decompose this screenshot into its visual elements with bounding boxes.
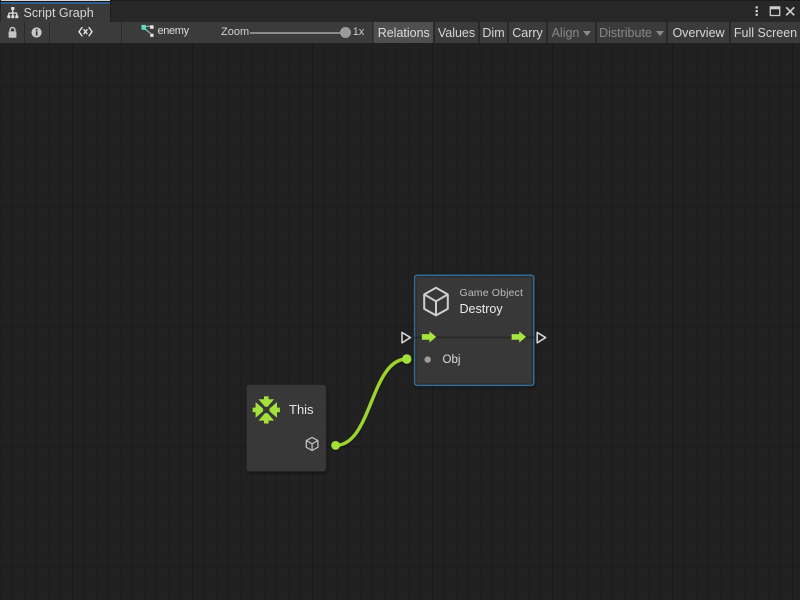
svg-text:Obj: Obj <box>443 354 461 366</box>
svg-text:Game Object: Game Object <box>460 287 524 299</box>
svg-text:Destroy: Destroy <box>460 302 504 316</box>
svg-text:This: This <box>289 402 314 417</box>
